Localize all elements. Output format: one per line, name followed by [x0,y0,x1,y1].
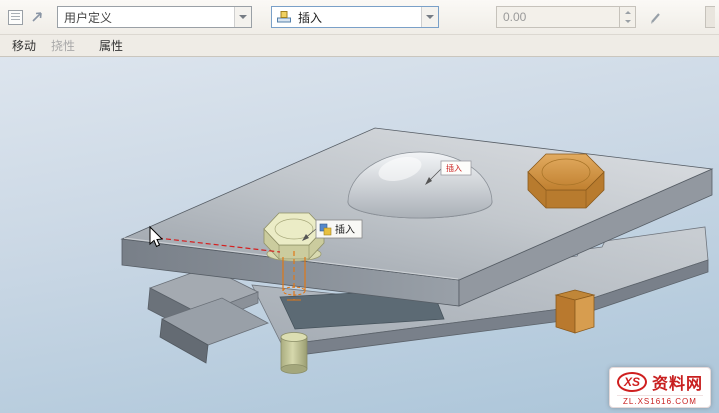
orange-bolt-part[interactable] [528,154,604,208]
placement-panel-tabs: 移动 挠性 属性 [0,35,719,57]
pencil-glyph [648,9,664,25]
constraint-set-combo[interactable]: 用户定义 [57,6,252,28]
insert-constraint-icon [276,9,292,25]
yellow-bolt-shank[interactable] [281,333,307,374]
offset-field [496,6,636,28]
model-scene: 插入 插入 [0,57,719,413]
offset-input[interactable] [497,7,619,27]
tab-properties[interactable]: 属性 [96,37,126,54]
tag-text: 插入 [335,223,355,236]
drag-arrow-icon[interactable] [26,6,48,28]
nut-right [575,295,594,333]
pencil-icon[interactable] [645,6,667,28]
tab-move[interactable]: 移动 [9,37,39,54]
watermark-logo: XS [617,372,647,392]
shank-top [281,333,307,342]
watermark-url: ZL.XS1616.COM [617,395,703,406]
orange-bolt-nut[interactable] [556,290,594,333]
constraint-type-combo[interactable]: 插入 [271,6,439,28]
3d-viewport[interactable]: 插入 插入 XS 资料网 ZL.XS1616.COM [0,57,719,413]
offset-spinner [619,7,635,27]
toolbar-overflow-icon[interactable] [705,6,715,28]
constraint-type-value: 插入 [292,9,421,26]
watermark: XS 资料网 ZL.XS1616.COM [609,367,711,408]
spinner-down-icon[interactable] [620,17,635,27]
shank-bottom [281,365,307,374]
tag-text: 插入 [446,163,462,173]
spinner-up-icon[interactable] [620,7,635,17]
component-placement-toolbar: 用户定义 插入 [0,0,719,35]
constraint-set-value: 用户定义 [58,9,234,26]
placement-sheet-icon[interactable] [4,6,26,28]
sheet-icon [8,10,23,25]
tab-flexibility[interactable]: 挠性 [48,37,78,54]
chevron-down-icon[interactable] [421,7,438,27]
nut-left [556,295,575,333]
tag-insert-icon [324,228,331,235]
arrow-glyph [29,9,45,25]
chevron-down-icon[interactable] [234,7,251,27]
cad-window: 用户定义 插入 移动 挠性 [0,0,719,413]
watermark-name: 资料网 [652,370,703,394]
